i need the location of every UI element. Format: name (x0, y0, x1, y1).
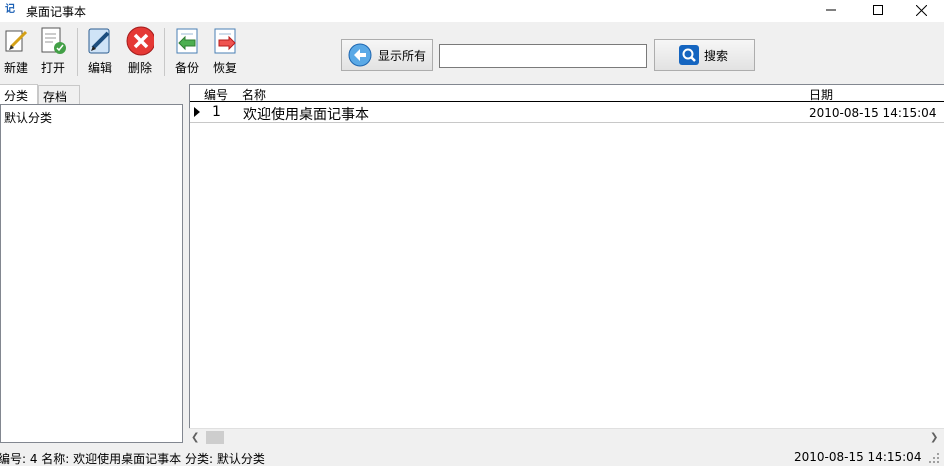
open-label: 打开 (40, 61, 65, 75)
maximize-button[interactable] (855, 0, 901, 20)
open-button[interactable]: 打开 (37, 26, 69, 80)
sidebar-tabs: 分类 存档 (0, 84, 184, 105)
tab-archive-label: 存档 (43, 90, 68, 104)
column-header-name[interactable]: 名称 (242, 86, 266, 103)
minimize-button[interactable] (808, 0, 854, 20)
edit-label: 编辑 (87, 61, 112, 75)
column-header-date[interactable]: 日期 (809, 86, 833, 103)
tab-archive[interactable]: 存档 (38, 85, 80, 105)
delete-x-icon (126, 26, 154, 56)
scroll-left-icon[interactable]: ❮ (191, 432, 199, 443)
back-arrow-icon (348, 43, 372, 67)
search-icon (679, 45, 699, 65)
backup-label: 备份 (174, 61, 199, 75)
horizontal-scrollbar[interactable]: ❮ ❯ (189, 428, 944, 445)
row-date: 2010-08-15 14:15:04 (809, 106, 937, 120)
toolbar-separator (77, 28, 78, 76)
status-bar: 编号: 4 名称: 欢迎使用桌面记事本 分类: 默认分类 2010-08-15 … (0, 448, 944, 466)
column-header-id[interactable]: 编号 (204, 86, 228, 103)
close-icon (915, 4, 927, 16)
window-title: 桌面记事本 (26, 5, 87, 19)
toolbar: 新建 打开 编辑 删除 备份 恢复 显示所有 搜索 (0, 22, 944, 82)
tab-category[interactable]: 分类 (0, 84, 38, 104)
search-button[interactable]: 搜索 (654, 39, 755, 71)
row-name: 欢迎使用桌面记事本 (243, 107, 369, 123)
delete-button[interactable]: 删除 (124, 26, 156, 80)
minimize-icon (826, 9, 836, 11)
open-document-icon (39, 26, 67, 56)
search-input[interactable] (439, 44, 647, 68)
status-info: 编号: 4 名称: 欢迎使用桌面记事本 分类: 默认分类 (0, 452, 265, 466)
new-button[interactable]: 新建 (0, 26, 32, 80)
restore-label: 恢复 (212, 61, 237, 75)
restore-button[interactable]: 恢复 (209, 26, 241, 80)
resize-grip-icon[interactable] (928, 452, 940, 464)
edit-pencil-icon (86, 26, 114, 56)
scroll-right-icon[interactable]: ❯ (930, 432, 938, 443)
new-note-icon (2, 26, 30, 56)
notes-grid: 编号 名称 日期 1 欢迎使用桌面记事本 2010-08-15 14:15:04 (189, 84, 944, 445)
restore-icon (211, 26, 239, 56)
status-datetime: 2010-08-15 14:15:04 (794, 450, 922, 464)
tab-category-label: 分类 (4, 89, 29, 103)
delete-label: 删除 (127, 61, 152, 75)
category-item-default[interactable]: 默认分类 (4, 109, 52, 126)
grid-header: 编号 名称 日期 (190, 85, 944, 102)
title-bar: 记 桌面记事本 (0, 0, 944, 22)
row-selector-arrow-icon (194, 107, 200, 117)
new-label: 新建 (3, 61, 28, 75)
row-id: 1 (212, 104, 221, 120)
close-button[interactable] (898, 0, 944, 20)
backup-icon (173, 26, 201, 56)
search-label: 搜索 (704, 48, 729, 63)
toolbar-separator (164, 28, 165, 76)
backup-button[interactable]: 备份 (171, 26, 203, 80)
category-list: 默认分类 (0, 104, 183, 443)
show-all-label: 显示所有 (378, 48, 427, 63)
scroll-thumb[interactable] (206, 431, 224, 444)
edit-button[interactable]: 编辑 (84, 26, 116, 80)
table-row[interactable]: 1 欢迎使用桌面记事本 2010-08-15 14:15:04 (190, 102, 944, 123)
maximize-icon (873, 5, 883, 15)
show-all-button[interactable]: 显示所有 (341, 39, 433, 71)
app-icon: 记 (5, 4, 15, 15)
